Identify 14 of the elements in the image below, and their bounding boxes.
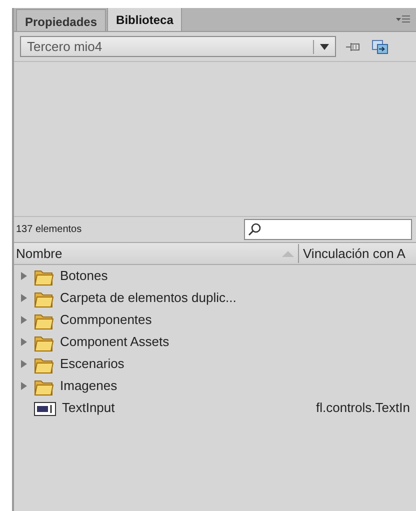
item-name[interactable]: Escenarios — [60, 354, 314, 374]
panel-tab[interactable]: Biblioteca — [107, 8, 182, 31]
linkage-value: fl.controls.TextIn — [316, 399, 410, 418]
column-header[interactable]: Vinculación con A — [298, 244, 406, 264]
item-name[interactable]: Botones — [60, 266, 314, 286]
column-header[interactable]: Nombre — [14, 244, 298, 264]
item-name[interactable]: Commponentes — [60, 310, 314, 330]
item-name[interactable]: Imagenes — [60, 376, 314, 396]
item-name[interactable]: Carpeta de elementos duplic... — [60, 288, 314, 308]
item-name[interactable]: Component Assets — [60, 332, 314, 352]
item-count: 137 elementos — [16, 223, 83, 237]
panel-tab[interactable]: Propiedades — [16, 9, 106, 31]
library-dropdown[interactable]: Tercero mio4 — [20, 36, 336, 57]
item-name[interactable]: TextInput — [62, 398, 316, 418]
